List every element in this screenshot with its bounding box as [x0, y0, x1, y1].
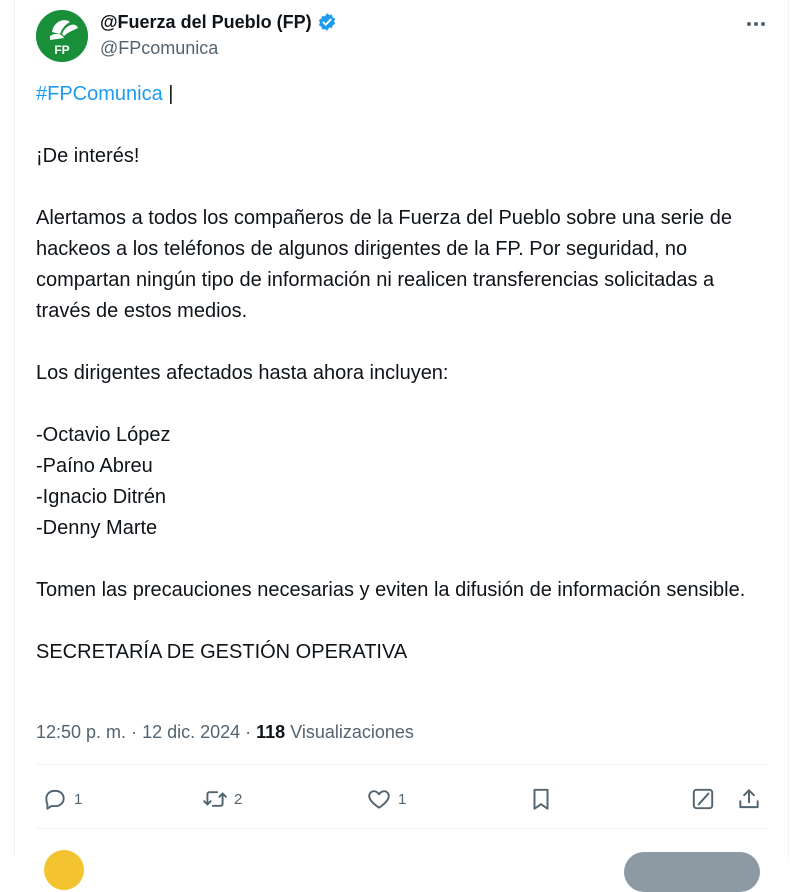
author-name-row[interactable]: @Fuerza del Pueblo (FP) [100, 10, 337, 34]
timeline-border-left [14, 0, 15, 858]
bookmark-icon [533, 788, 549, 810]
divider [36, 828, 768, 829]
verified-badge-icon [318, 13, 335, 31]
views-label: Visualizaciones [285, 722, 414, 742]
grok-icon [692, 788, 714, 810]
like-button[interactable]: 1 [366, 778, 406, 820]
bookmark-button[interactable] [528, 778, 554, 820]
repost-count: 2 [234, 790, 243, 808]
affected-name: -Octavio López [36, 424, 171, 446]
more-options-icon[interactable] [744, 12, 768, 36]
tweet-time[interactable]: 12:50 p. m. [36, 722, 126, 742]
precautions-paragraph: Tomen las precauciones necesarias y evit… [36, 579, 746, 601]
like-count: 1 [398, 790, 407, 808]
author-name[interactable]: @Fuerza del Pueblo (FP) [100, 10, 312, 34]
reply-count: 1 [74, 790, 83, 808]
tweet-text: #FPComunica | ¡De interés! Alertamos a t… [36, 79, 766, 668]
signature-line: SECRETARÍA DE GESTIÓN OPERATIVA [36, 641, 408, 663]
reply-submit-button[interactable] [624, 852, 760, 892]
repost-button[interactable]: 2 [202, 778, 242, 820]
tweet-meta: 12:50 p. m. · 12 dic. 2024 · 118 Visuali… [36, 719, 414, 745]
timeline-border-right [788, 0, 789, 858]
repost-icon [203, 791, 227, 807]
author-handle[interactable]: @FPcomunica [100, 36, 218, 60]
views-count: 118 [256, 722, 286, 742]
avatar-text: FP [54, 43, 69, 57]
fp-logo: FP [36, 10, 88, 62]
affected-name: -Paíno Abreu [36, 455, 153, 477]
divider [36, 764, 768, 765]
affected-name: -Ignacio Ditrén [36, 486, 167, 508]
heart-icon [368, 790, 390, 809]
reply-avatar[interactable] [44, 850, 84, 890]
affected-line: Los dirigentes afectados hasta ahora inc… [36, 362, 449, 384]
interest-line: ¡De interés! [36, 145, 140, 167]
reply-icon [45, 789, 65, 810]
share-icon [739, 789, 759, 809]
affected-name: -Denny Marte [36, 517, 158, 539]
meta-separator: · [126, 722, 143, 742]
meta-separator: · [240, 722, 257, 742]
hashtag-suffix: | [162, 83, 174, 105]
avatar[interactable]: FP [36, 10, 88, 62]
hashtag-line: #FPComunica | [36, 79, 766, 110]
alert-paragraph: Alertamos a todos los compañeros de la F… [36, 207, 732, 322]
hashtag-link[interactable]: #FPComunica [36, 83, 163, 105]
tweet-date[interactable]: 12 dic. 2024 [142, 722, 240, 742]
reply-button[interactable]: 1 [42, 778, 82, 820]
grok-button[interactable] [690, 778, 716, 820]
action-bar: 1 2 1 [36, 778, 766, 820]
share-button[interactable] [736, 778, 762, 820]
